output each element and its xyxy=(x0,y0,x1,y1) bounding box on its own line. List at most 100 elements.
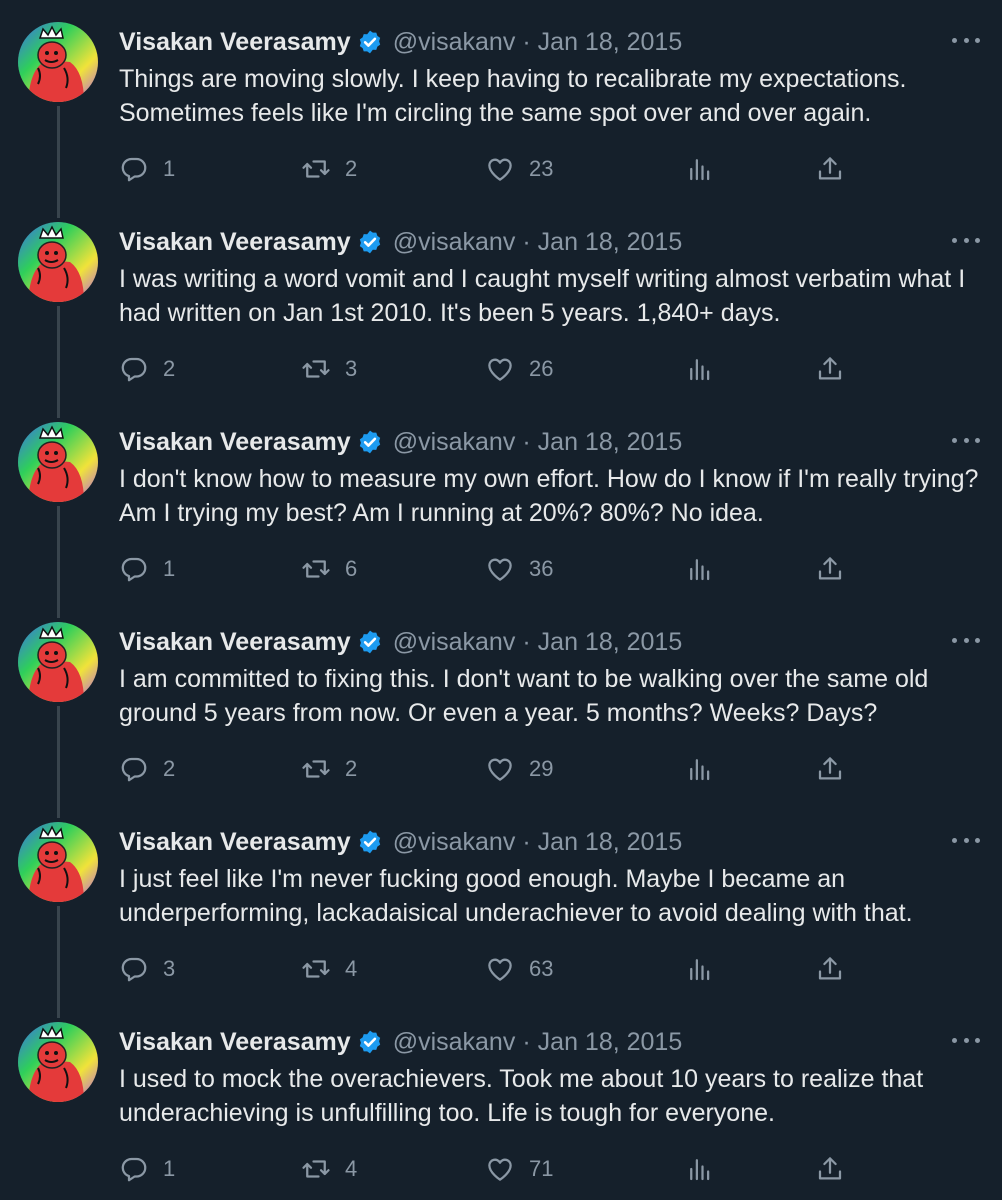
tweet-date[interactable]: Jan 18, 2015 xyxy=(538,228,683,257)
views-button[interactable] xyxy=(685,552,715,586)
tweet-date[interactable]: Jan 18, 2015 xyxy=(538,828,683,857)
share-button[interactable] xyxy=(815,552,845,586)
tweet-date[interactable]: Jan 18, 2015 xyxy=(538,428,683,457)
tweet-header: Visakan Veerasamy @visakanv · Jan 18, 20… xyxy=(119,624,682,660)
share-button[interactable] xyxy=(815,152,845,186)
avatar[interactable] xyxy=(18,22,98,102)
tweet-text: I used to mock the overachievers. Took m… xyxy=(119,1065,924,1127)
reply-count: 2 xyxy=(163,756,176,781)
share-button[interactable] xyxy=(815,752,845,786)
share-icon xyxy=(818,957,842,980)
avatar[interactable] xyxy=(18,422,98,502)
reply-icon xyxy=(121,157,147,182)
tweet-text: I just feel like I'm never fucking good … xyxy=(119,865,913,927)
retweet-icon xyxy=(302,560,330,578)
author-name[interactable]: Visakan Veerasamy xyxy=(119,1028,351,1057)
verified-badge-icon xyxy=(359,630,380,654)
retweet-button[interactable]: 4 xyxy=(301,1152,357,1186)
bar-chart-icon xyxy=(690,1159,710,1181)
tweet[interactable]: Visakan Veerasamy @visakanv · Jan 18, 20… xyxy=(0,0,1002,200)
heart-icon xyxy=(488,958,512,981)
share-button[interactable] xyxy=(815,1152,845,1186)
reply-button[interactable]: 1 xyxy=(119,152,175,186)
tweet-date[interactable]: Jan 18, 2015 xyxy=(538,28,683,57)
author-handle[interactable]: @visakanv xyxy=(393,1028,516,1057)
author-name[interactable]: Visakan Veerasamy xyxy=(119,28,351,57)
author-name[interactable]: Visakan Veerasamy xyxy=(119,228,351,257)
avatar[interactable] xyxy=(18,222,98,302)
like-count: 63 xyxy=(529,956,554,981)
retweet-button[interactable]: 6 xyxy=(301,552,357,586)
retweet-button[interactable]: 2 xyxy=(301,752,357,786)
author-handle[interactable]: @visakanv xyxy=(393,428,516,457)
avatar[interactable] xyxy=(18,622,98,702)
views-button[interactable] xyxy=(685,1152,715,1186)
separator-dot: · xyxy=(522,1027,531,1056)
tweet-text: I was writing a word vomit and I caught … xyxy=(119,265,966,327)
author-handle[interactable]: @visakanv xyxy=(393,828,516,857)
tweet-text: I don't know how to measure my own effor… xyxy=(119,465,979,527)
retweet-button[interactable]: 3 xyxy=(301,352,357,386)
heart-icon xyxy=(488,158,512,181)
like-button[interactable]: 36 xyxy=(485,552,553,586)
avatar[interactable] xyxy=(18,822,98,902)
author-handle[interactable]: @visakanv xyxy=(393,228,516,257)
like-button[interactable]: 63 xyxy=(485,952,553,986)
like-button[interactable]: 23 xyxy=(485,152,553,186)
tweet[interactable]: Visakan Veerasamy @visakanv · Jan 18, 20… xyxy=(0,800,1002,1000)
views-button[interactable] xyxy=(685,352,715,386)
like-button[interactable]: 26 xyxy=(485,352,553,386)
tweet[interactable]: Visakan Veerasamy @visakanv · Jan 18, 20… xyxy=(0,200,1002,400)
share-icon xyxy=(818,157,842,180)
bar-chart-icon xyxy=(690,959,710,981)
views-button[interactable] xyxy=(685,952,715,986)
author-name[interactable]: Visakan Veerasamy xyxy=(119,828,351,857)
tweet-header: Visakan Veerasamy @visakanv · Jan 18, 20… xyxy=(119,224,682,260)
more-options-icon[interactable] xyxy=(952,30,980,50)
separator-dot: · xyxy=(522,27,531,56)
reply-button[interactable]: 3 xyxy=(119,952,175,986)
more-options-icon[interactable] xyxy=(952,230,980,250)
author-handle[interactable]: @visakanv xyxy=(393,28,516,57)
reply-button[interactable]: 1 xyxy=(119,1152,175,1186)
like-count: 26 xyxy=(529,356,554,381)
author-name[interactable]: Visakan Veerasamy xyxy=(119,428,351,457)
tweet-date[interactable]: Jan 18, 2015 xyxy=(538,628,683,657)
avatar[interactable] xyxy=(18,1022,98,1102)
reply-icon xyxy=(121,757,147,782)
more-options-icon[interactable] xyxy=(952,430,980,450)
tweet[interactable]: Visakan Veerasamy @visakanv · Jan 18, 20… xyxy=(0,600,1002,800)
like-count: 71 xyxy=(529,1156,554,1181)
share-button[interactable] xyxy=(815,952,845,986)
bar-chart-icon xyxy=(690,359,710,381)
reply-button[interactable]: 1 xyxy=(119,552,175,586)
views-button[interactable] xyxy=(685,752,715,786)
reply-count: 1 xyxy=(163,1156,176,1181)
separator-dot: · xyxy=(522,827,531,856)
retweet-icon xyxy=(302,1160,330,1178)
more-options-icon[interactable] xyxy=(952,1030,980,1050)
author-handle[interactable]: @visakanv xyxy=(393,628,516,657)
reply-icon xyxy=(121,957,147,982)
reply-button[interactable]: 2 xyxy=(119,752,175,786)
bar-chart-icon xyxy=(690,559,710,581)
tweet-text: Things are moving slowly. I keep having … xyxy=(119,65,907,127)
author-name[interactable]: Visakan Veerasamy xyxy=(119,628,351,657)
more-options-icon[interactable] xyxy=(952,830,980,850)
retweet-button[interactable]: 2 xyxy=(301,152,357,186)
share-icon xyxy=(818,1157,842,1180)
views-button[interactable] xyxy=(685,152,715,186)
retweet-button[interactable]: 4 xyxy=(301,952,357,986)
like-count: 36 xyxy=(529,556,554,581)
verified-badge-icon xyxy=(359,30,380,54)
like-button[interactable]: 71 xyxy=(485,1152,553,1186)
bar-chart-icon xyxy=(690,159,710,181)
like-button[interactable]: 29 xyxy=(485,752,553,786)
tweet-date[interactable]: Jan 18, 2015 xyxy=(538,1028,683,1057)
share-button[interactable] xyxy=(815,352,845,386)
tweet[interactable]: Visakan Veerasamy @visakanv · Jan 18, 20… xyxy=(0,400,1002,600)
reply-button[interactable]: 2 xyxy=(119,352,175,386)
more-options-icon[interactable] xyxy=(952,630,980,650)
like-count: 29 xyxy=(529,756,554,781)
tweet[interactable]: Visakan Veerasamy @visakanv · Jan 18, 20… xyxy=(0,1000,1002,1200)
